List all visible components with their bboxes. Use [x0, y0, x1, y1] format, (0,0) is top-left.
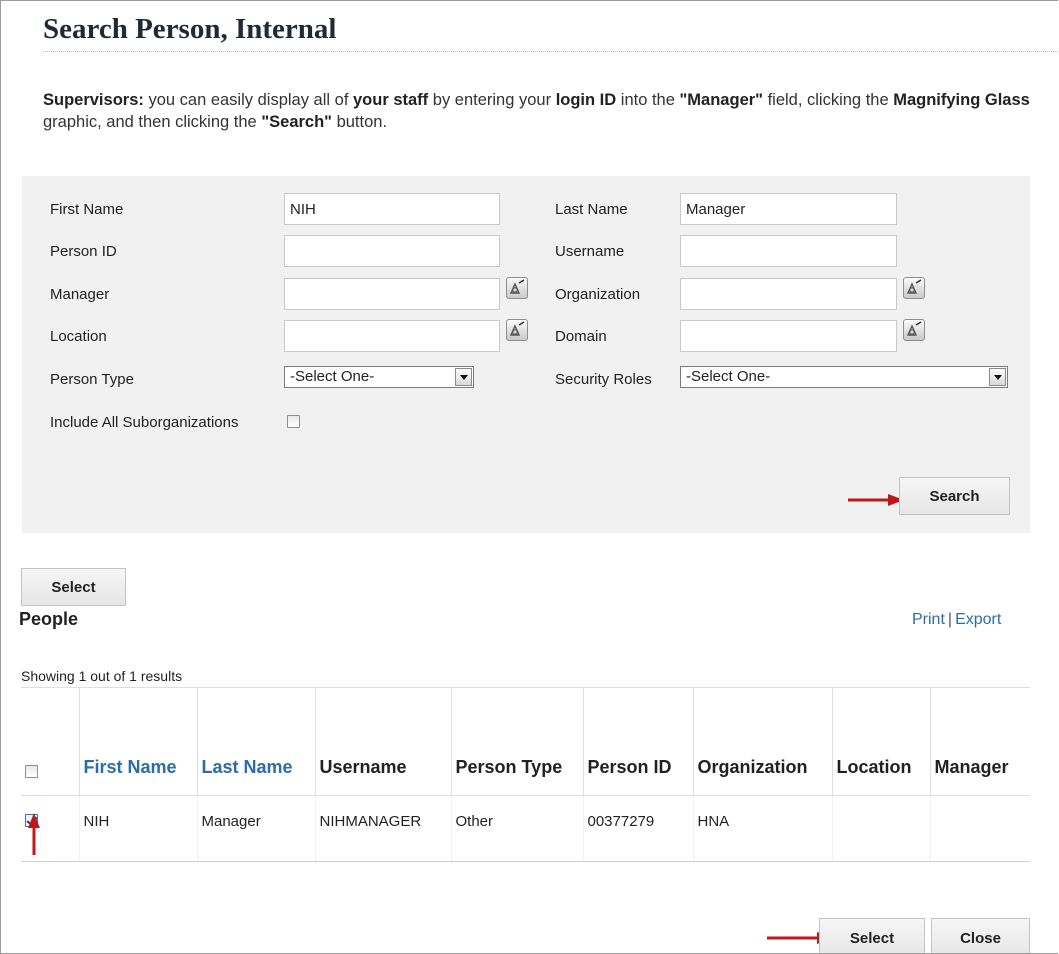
instr-login-id: login ID — [555, 91, 617, 109]
instr-text-5: graphic, and then clicking the — [43, 113, 262, 131]
person-id-label: Person ID — [50, 243, 117, 260]
instr-text-3: into the — [616, 91, 680, 109]
username-input[interactable] — [680, 235, 897, 267]
people-heading: People — [19, 609, 79, 629]
organization-label: Organization — [555, 286, 641, 303]
security-roles-label: Security Roles — [555, 371, 652, 388]
instr-manager: "Manager" — [679, 91, 763, 109]
row-select-cell — [21, 795, 79, 862]
select-button[interactable]: Select — [819, 918, 925, 953]
cell-first-name: NIH — [78, 795, 197, 862]
organization-input[interactable] — [680, 278, 897, 310]
column-header-first-name[interactable]: First Name — [78, 687, 197, 796]
manager-input[interactable] — [284, 278, 500, 310]
instr-text-6: button. — [332, 113, 388, 131]
instr-text-4: field, clicking the — [762, 91, 894, 109]
username-label: Username — [555, 243, 625, 260]
instr-supervisors: Supervisors: — [43, 91, 144, 109]
table-row[interactable]: NIH Manager NIHMANAGER Other 00377279 HN… — [21, 795, 1030, 862]
domain-label: Domain — [555, 328, 607, 345]
include-suborganizations-checkbox[interactable] — [287, 415, 300, 428]
search-panel: First Name Last Name Person ID Username … — [22, 176, 1030, 533]
column-header-person-type: Person Type — [450, 687, 583, 796]
instr-your-staff: your staff — [353, 91, 429, 109]
cell-location — [831, 795, 930, 862]
chevron-down-icon[interactable] — [455, 368, 472, 386]
first-name-label: First Name — [50, 201, 124, 218]
instr-search: "Search" — [261, 113, 332, 131]
results-count: Showing 1 out of 1 results — [21, 668, 183, 684]
search-button[interactable]: Search — [899, 477, 1010, 515]
link-separator: | — [947, 611, 953, 628]
security-roles-select[interactable]: -Select One- — [680, 366, 1008, 388]
include-suborganizations-label: Include All Suborganizations — [50, 414, 239, 431]
location-picker-icon[interactable] — [506, 319, 528, 341]
last-name-input[interactable] — [680, 193, 897, 225]
results-table: First Name Last Name Username Person Typ… — [21, 687, 1030, 862]
print-export-links: Print | Export — [912, 611, 1001, 629]
cell-manager — [929, 795, 1030, 862]
location-input[interactable] — [284, 320, 500, 352]
print-link[interactable]: Print — [912, 611, 945, 628]
red-arrow-icon — [848, 494, 904, 506]
cell-organization: HNA — [692, 795, 832, 862]
manager-label: Manager — [50, 286, 110, 303]
location-label: Location — [50, 328, 107, 345]
person-id-input[interactable] — [284, 235, 500, 267]
select-button-top[interactable]: Select — [21, 568, 126, 606]
cell-username: NIHMANAGER — [314, 795, 451, 862]
person-type-label: Person Type — [50, 371, 134, 388]
column-header-username: Username — [314, 687, 451, 796]
row-checkbox[interactable] — [25, 814, 38, 827]
export-link[interactable]: Export — [955, 611, 1001, 628]
chevron-down-icon[interactable] — [989, 368, 1006, 386]
instructions-text: Supervisors: you can easily display all … — [43, 89, 1058, 133]
person-type-select[interactable]: -Select One- — [284, 366, 474, 388]
title-divider — [43, 51, 1058, 52]
column-header-organization: Organization — [692, 687, 832, 796]
domain-picker-icon[interactable] — [903, 319, 925, 341]
cell-person-id: 00377279 — [582, 795, 693, 862]
close-button[interactable]: Close — [931, 918, 1030, 953]
dialog-window: Search Person, Internal Supervisors: you… — [0, 0, 1058, 954]
first-name-input[interactable] — [284, 193, 500, 225]
cell-person-type: Other — [450, 795, 583, 862]
column-header-last-name[interactable]: Last Name — [196, 687, 315, 796]
column-header-location: Location — [831, 687, 930, 796]
select-all-checkbox[interactable] — [25, 765, 38, 778]
person-type-value: -Select One- — [290, 368, 375, 385]
instr-text-1: you can easily display all of — [143, 91, 353, 109]
cell-last-name: Manager — [196, 795, 315, 862]
domain-input[interactable] — [680, 320, 897, 352]
column-header-manager: Manager — [929, 687, 1030, 796]
instr-magnifying-glass: Magnifying Glass — [893, 91, 1030, 109]
column-header-person-id: Person ID — [582, 687, 693, 796]
security-roles-value: -Select One- — [686, 368, 771, 385]
organization-picker-icon[interactable] — [903, 277, 925, 299]
manager-picker-icon[interactable] — [506, 277, 528, 299]
select-all-cell — [21, 687, 79, 796]
page-title: Search Person, Internal — [43, 13, 337, 45]
last-name-label: Last Name — [555, 201, 628, 218]
instr-text-2: by entering your — [428, 91, 556, 109]
table-header-row: First Name Last Name Username Person Typ… — [21, 687, 1030, 796]
